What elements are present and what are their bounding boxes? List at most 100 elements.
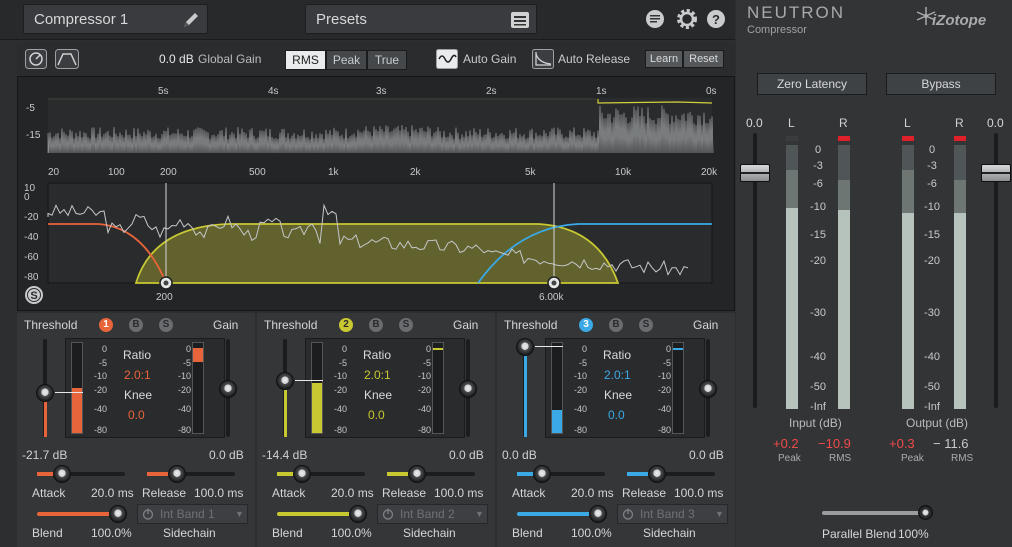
band-1-attack-track[interactable] <box>37 472 125 476</box>
band-2-release-track[interactable] <box>387 472 475 476</box>
band-1-release-handle[interactable] <box>168 465 186 483</box>
bypass-button[interactable]: Bypass <box>886 73 996 95</box>
band-1-bypass-button[interactable]: B <box>129 318 143 332</box>
band-2-knee-value[interactable]: 0.0 <box>368 408 385 422</box>
input-fader-handle[interactable] <box>740 164 770 182</box>
auto-release-icon[interactable] <box>532 49 554 69</box>
band-3-bypass-button[interactable]: B <box>609 318 623 332</box>
band-1-threshold-value[interactable]: -21.7 dB <box>22 448 67 462</box>
input-peak-label: Peak <box>778 453 801 464</box>
input-scale-tick: -50 <box>810 381 826 393</box>
band-2-blend-value[interactable]: 100.0% <box>331 526 372 540</box>
band-3-threshold-handle[interactable] <box>516 338 534 356</box>
band-2-release-handle[interactable] <box>408 465 426 483</box>
preset-name-field[interactable]: Compressor 1 <box>23 4 208 34</box>
band-2-attack-track[interactable] <box>277 472 365 476</box>
band-2-gain-value[interactable]: 0.0 dB <box>449 448 484 462</box>
reset-button[interactable]: Reset <box>683 50 724 68</box>
graph-area: 5s 4s 3s 2s 1s 0s -5 -15 20 100 200 500 1k 2k 5k 10k 20… <box>17 76 735 311</box>
band-1-knee-value[interactable]: 0.0 <box>128 408 145 422</box>
svg-text:S: S <box>30 290 37 302</box>
envelope-view-icon[interactable] <box>55 49 79 69</box>
band-1-attack-handle[interactable] <box>53 465 71 483</box>
band-3-release-value[interactable]: 100.0 ms <box>674 486 723 500</box>
band-1-ratio-value[interactable]: 2.0:1 <box>124 368 151 382</box>
chevron-down-icon: ▼ <box>715 509 724 519</box>
band-3-release-track[interactable] <box>627 472 715 476</box>
band-3-blend-handle[interactable] <box>589 505 607 523</box>
auto-release-label[interactable]: Auto Release <box>558 52 630 66</box>
input-peak-value: +0.2 <box>773 436 799 451</box>
svg-text:?: ? <box>712 12 720 27</box>
band-3-attack-handle[interactable] <box>533 465 551 483</box>
band-3-release-handle[interactable] <box>648 465 666 483</box>
band-2-sidechain-label: Sidechain <box>403 526 456 540</box>
band-2-ratio-value[interactable]: 2.0:1 <box>364 368 391 382</box>
band-1-enable-button[interactable]: 1 <box>99 318 113 332</box>
band-1-attack-label: Attack <box>32 486 66 500</box>
band-1-gain-handle[interactable] <box>219 380 237 398</box>
auto-gain-icon[interactable] <box>436 49 458 69</box>
band-3-solo-button[interactable]: S <box>639 318 653 332</box>
power-icon[interactable] <box>622 508 634 520</box>
band-3-sidechain-dropdown[interactable]: Int Band 3 ▼ <box>617 504 728 524</box>
parallel-blend-label: Parallel Blend <box>822 527 897 541</box>
band-1-attack-value[interactable]: 20.0 ms <box>91 486 134 500</box>
band-2-bypass-button[interactable]: B <box>369 318 383 332</box>
chat-icon[interactable] <box>645 9 665 29</box>
band-3-enable-button[interactable]: 3 <box>579 318 593 332</box>
band-1-release-track[interactable] <box>147 472 235 476</box>
band-3-blend-value[interactable]: 100.0% <box>571 526 612 540</box>
help-icon[interactable]: ? <box>706 9 726 29</box>
band-2-attack-value[interactable]: 20.0 ms <box>331 486 374 500</box>
parallel-blend-slider[interactable] <box>822 511 928 515</box>
parallel-blend-handle[interactable] <box>918 505 933 520</box>
band-3-gain-value[interactable]: 0.0 dB <box>689 448 724 462</box>
band-3-threshold-value[interactable]: 0.0 dB <box>502 448 537 462</box>
band-2-curve <box>134 223 620 284</box>
band-1-release-value[interactable]: 100.0 ms <box>194 486 243 500</box>
pencil-icon[interactable] <box>181 10 201 30</box>
band-2-threshold-value[interactable]: -14.4 dB <box>262 448 307 462</box>
band-2-blend-handle[interactable] <box>349 505 367 523</box>
band-1-sidechain-dropdown[interactable]: Int Band 1 ▼ <box>137 504 248 524</box>
band-1-solo-button[interactable]: S <box>159 318 173 332</box>
band-1-gain-value[interactable]: 0.0 dB <box>209 448 244 462</box>
input-label: Input (dB) <box>789 416 842 430</box>
band-2-enable-button[interactable]: 2 <box>339 318 353 332</box>
band-1-blend-handle[interactable] <box>109 505 127 523</box>
band-3-knee-value[interactable]: 0.0 <box>608 408 625 422</box>
output-fader-handle[interactable] <box>981 164 1011 182</box>
band-3-gain-handle[interactable] <box>699 380 717 398</box>
band-1-meter-tick: -80 <box>93 425 107 435</box>
band-3-attack-track[interactable] <box>517 472 605 476</box>
band-3-attack-value[interactable]: 20.0 ms <box>571 486 614 500</box>
band-2-release-value[interactable]: 100.0 ms <box>434 486 483 500</box>
crossover-2-label: 6.00k <box>539 292 564 303</box>
detect-rms-button[interactable]: RMS <box>285 50 326 70</box>
auto-gain-label[interactable]: Auto Gain <box>463 52 516 66</box>
zero-latency-button[interactable]: Zero Latency <box>757 73 867 95</box>
band-1-threshold-handle[interactable] <box>36 384 54 402</box>
global-gain-value[interactable]: 0.0 dB <box>159 52 194 66</box>
learn-button[interactable]: Learn <box>645 50 683 68</box>
band-1-blend-value[interactable]: 100.0% <box>91 526 132 540</box>
detect-peak-button[interactable]: Peak <box>326 50 367 70</box>
band-2-threshold-handle[interactable] <box>276 372 294 390</box>
presets-button[interactable]: Presets <box>305 4 537 34</box>
band-1-gr-tick: -10 <box>177 371 191 381</box>
detect-true-button[interactable]: True <box>367 50 407 70</box>
meter-gauge-icon[interactable] <box>25 49 47 69</box>
band-2-threshold-marker <box>295 380 323 381</box>
band-2-sidechain-dropdown[interactable]: Int Band 2 ▼ <box>377 504 488 524</box>
band-1-gr-tick: -80 <box>177 425 191 435</box>
power-icon[interactable] <box>382 508 394 520</box>
band-2-attack-handle[interactable] <box>293 465 311 483</box>
solo-spectrum-icon[interactable]: S <box>24 285 44 305</box>
band-3-ratio-value[interactable]: 2.0:1 <box>604 368 631 382</box>
band-2-gain-handle[interactable] <box>459 380 477 398</box>
gear-icon[interactable] <box>676 8 698 30</box>
output-r-clip <box>954 136 966 141</box>
band-2-solo-button[interactable]: S <box>399 318 413 332</box>
power-icon[interactable] <box>142 508 154 520</box>
